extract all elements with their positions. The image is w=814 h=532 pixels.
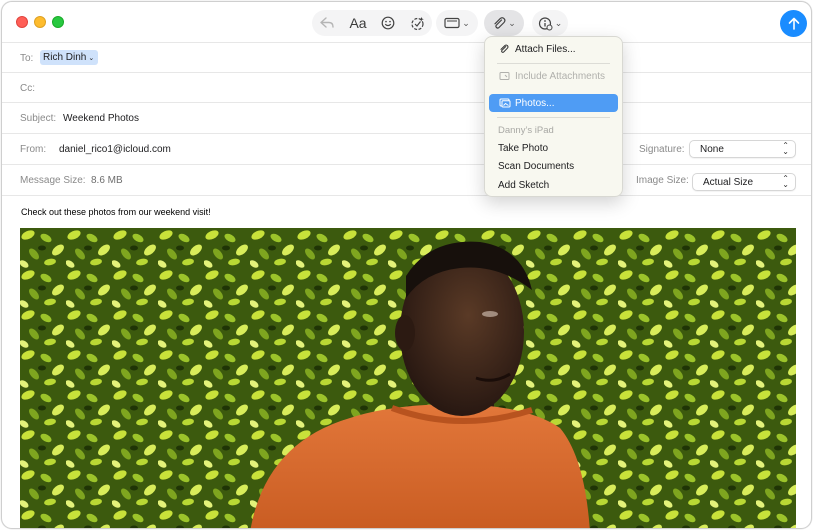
toolbar: Aa ⌄ ⌄ ⌄ [2,2,811,42]
minimize-window-button[interactable] [34,16,46,28]
image-size-value: Actual Size [703,177,754,188]
menu-item-label: Take Photo [498,143,549,154]
subject-label: Subject: [20,113,57,124]
zoom-window-button[interactable] [52,16,64,28]
menu-item-scan-documents[interactable]: Scan Documents [489,157,618,175]
menu-item-photos[interactable]: Photos... [489,94,618,112]
smart-reply-icon [410,16,424,30]
mail-compose-window: Aa ⌄ ⌄ ⌄ To: Rich Dinh ⌄ Cc: Subject: We… [1,1,812,529]
photo-browser-button[interactable]: ⌄ [436,10,478,36]
menu-separator [497,63,610,64]
up-down-chevron-icon: ⌃ ⌄ [782,174,789,189]
subject-field-row[interactable]: Subject: Weekend Photos [2,102,811,133]
image-size-label: Image Size: [636,175,689,186]
menu-item-label: Photos... [515,98,555,109]
photo-of-person-before-hedge [20,228,796,528]
chevron-down-icon: ⌄ [554,17,563,28]
reply-icon [320,17,334,28]
format-text-icon: Aa [349,15,367,31]
photos-icon [499,98,511,108]
format-text-button[interactable]: Aa [344,10,372,36]
reply-button[interactable] [314,10,340,36]
signature-value: None [700,144,724,155]
send-button[interactable] [780,10,807,37]
menu-item-label: Attach Files... [515,44,576,55]
signature-select[interactable]: None ⌃ ⌄ [689,140,796,158]
device-section-header: Danny’s iPad [498,125,554,136]
header-divider [2,195,811,196]
signature-label: Signature: [639,144,685,155]
recipient-token[interactable]: Rich Dinh ⌄ [40,50,99,65]
include-attachments-icon [499,72,510,80]
message-size-row: Message Size: 8.6 MB Image Size: Actual … [2,164,811,195]
message-size-value: 8.6 MB [91,175,123,186]
attach-icon [494,17,506,29]
paperclip-icon [500,44,509,53]
chevron-down-icon: ⌄ [462,17,470,28]
cc-field-row[interactable]: Cc: [2,72,811,103]
cc-label: Cc: [20,83,35,94]
subject-value[interactable]: Weekend Photos [63,113,139,124]
emoji-button[interactable] [375,10,401,36]
menu-separator [497,117,610,118]
attach-button[interactable]: ⌄ [484,10,524,36]
image-size-select[interactable]: Actual Size ⌃ ⌄ [692,173,796,191]
up-down-chevron-icon: ⌃ ⌄ [782,141,789,156]
menu-item-include-attachments: Include Attachments [489,67,618,85]
smart-reply-button[interactable] [404,10,430,36]
to-field-row: To: Rich Dinh ⌄ [2,42,811,73]
menu-item-take-photo[interactable]: Take Photo [489,139,618,157]
menu-item-label: Scan Documents [498,161,575,172]
send-icon [788,17,799,30]
to-label: To: [20,53,34,64]
chevron-down-icon: ⌄ [88,55,95,62]
emoji-icon [381,16,395,30]
more-actions-icon [538,16,553,30]
menu-item-add-sketch[interactable]: Add Sketch [489,176,618,194]
message-body-text[interactable]: Check out these photos from our weekend … [21,207,211,217]
attached-photo[interactable] [20,228,796,528]
close-window-button[interactable] [16,16,28,28]
from-value[interactable]: daniel_rico1@icloud.com [59,144,171,155]
recipient-name: Rich Dinh [43,52,87,63]
message-size-label: Message Size: [20,175,86,186]
attach-menu: Attach Files... Include Attachments Phot… [484,36,623,197]
menu-item-label: Add Sketch [498,180,550,191]
from-label: From: [20,144,47,155]
chevron-down-icon: ⌄ [508,17,516,28]
menu-item-label: Include Attachments [515,71,606,82]
from-field-row: From: daniel_rico1@icloud.com Signature:… [2,133,811,164]
menu-item-attach-files[interactable]: Attach Files... [489,40,618,58]
more-actions-button[interactable]: ⌄ [532,10,568,36]
photo-browser-icon [444,17,460,29]
